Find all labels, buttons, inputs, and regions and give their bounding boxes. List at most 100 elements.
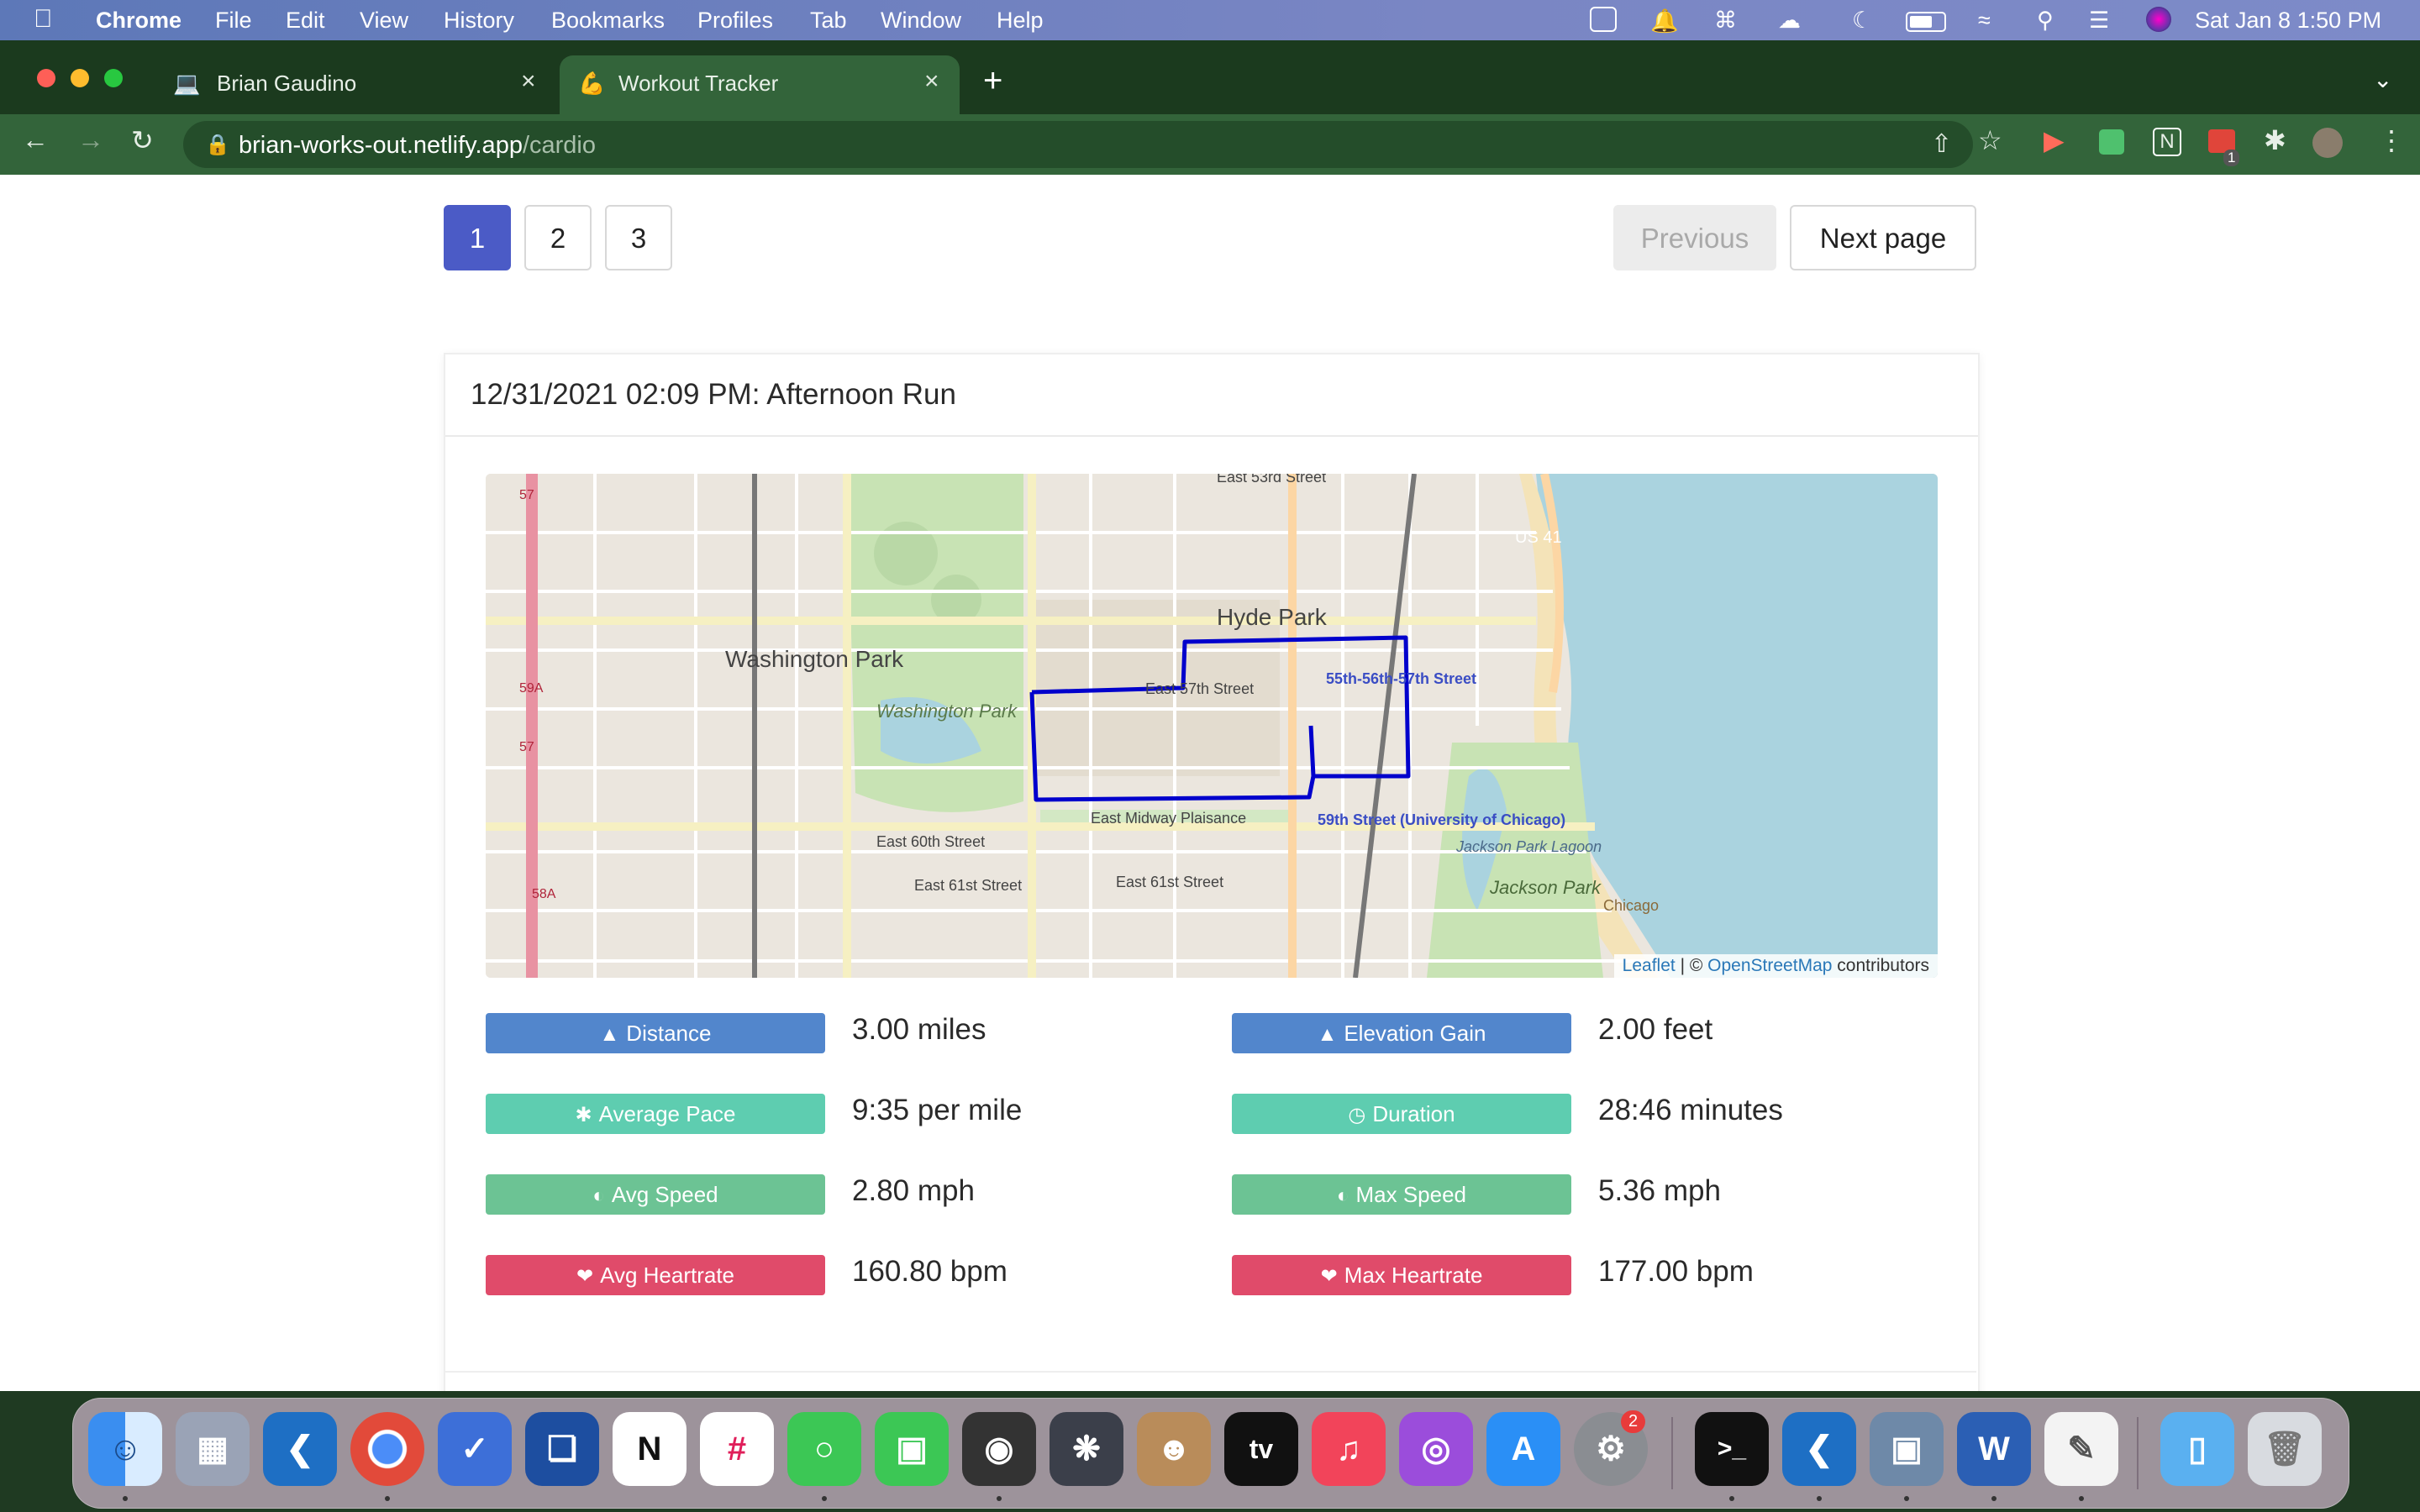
tab-title: Brian Gaudino — [217, 71, 357, 96]
menu-window[interactable]: Window — [881, 8, 961, 34]
menu-view[interactable]: View — [360, 8, 408, 34]
tab-brian-gaudino[interactable]: 💻 Brian Gaudino × — [165, 55, 556, 114]
menu-help[interactable]: Help — [997, 8, 1044, 34]
more-menu-icon[interactable]: ⋮ — [2378, 124, 2405, 156]
menu-edit[interactable]: Edit — [286, 8, 325, 34]
close-tab-icon[interactable]: × — [521, 67, 536, 96]
lock-icon[interactable]: 🔒 — [205, 133, 230, 157]
window-zoom-button[interactable] — [104, 69, 123, 87]
menu-bookmarks[interactable]: Bookmarks — [551, 8, 665, 34]
running-icon: ✱ — [575, 1104, 592, 1126]
new-tab-button[interactable]: + — [983, 62, 1002, 100]
battery-icon[interactable] — [1906, 12, 1946, 32]
share-icon[interactable]: ⇧ — [1931, 129, 1952, 159]
screens-icon[interactable]: ❏ — [525, 1412, 599, 1486]
max-heartrate-badge: ❤ Max Heartrate — [1232, 1255, 1571, 1295]
video-extension-icon[interactable]: ▶ — [2044, 124, 2065, 156]
activity-card-header: 12/31/2021 02:09 PM: Afternoon Run — [445, 354, 1978, 437]
tab-title: Workout Tracker — [618, 71, 779, 96]
page-2-button[interactable]: 2 — [524, 205, 592, 270]
heart-icon: ❤ — [576, 1265, 594, 1288]
menu-tab[interactable]: Tab — [810, 8, 847, 34]
avg-speed-badge: ◐ Avg Speed — [486, 1174, 825, 1215]
drive-icon[interactable] — [1590, 7, 1617, 32]
next-activity-card-edge — [444, 1371, 1976, 1391]
command-icon[interactable]: ⌘ — [1714, 8, 1737, 34]
address-bar[interactable]: 🔒 brian-works-out.netlify.app/cardio ⇧ — [183, 121, 1973, 168]
podcasts-icon[interactable]: ◎ — [1399, 1412, 1473, 1486]
map-tiles[interactable]: Hyde Park Washington Park Washington Par… — [486, 474, 1938, 978]
vscode-icon[interactable]: ❮ — [263, 1412, 337, 1486]
map-label-hyde-park: Hyde Park — [1217, 604, 1328, 630]
launchpad-icon[interactable]: ▦ — [176, 1412, 250, 1486]
davinci-resolve-icon[interactable]: ❋ — [1050, 1412, 1123, 1486]
openstreetmap-link[interactable]: OpenStreetMap — [1707, 956, 1832, 975]
laptop-icon: 💻 — [173, 71, 201, 96]
textedit-icon[interactable]: ✎ — [2044, 1412, 2118, 1486]
web-page: 1 2 3 Previous Next page 12/31/2021 02:0… — [0, 175, 2420, 1391]
menu-datetime[interactable]: Sat Jan 8 1:50 PM — [2195, 8, 2381, 34]
siri-icon[interactable] — [2146, 7, 2171, 32]
average-pace-value: 9:35 per mile — [852, 1094, 1023, 1126]
slack-icon[interactable]: # — [700, 1412, 774, 1486]
things-icon[interactable]: ✓ — [438, 1412, 512, 1486]
notion-icon[interactable]: N — [613, 1412, 687, 1486]
page-1-button[interactable]: 1 — [444, 205, 511, 270]
url-text[interactable]: brian-works-out.netlify.app/cardio — [239, 132, 596, 160]
trash-icon[interactable]: 🗑 — [2248, 1412, 2322, 1486]
tab-workout-tracker[interactable]: 💪 Workout Tracker × — [560, 55, 960, 114]
map-label-e61b: East 61st Street — [1116, 874, 1223, 890]
menu-profiles[interactable]: Profiles — [697, 8, 773, 34]
aperture-icon[interactable]: ◉ — [962, 1412, 1036, 1486]
previous-page-button[interactable]: Previous — [1613, 205, 1776, 270]
forward-icon[interactable]: → — [77, 124, 104, 155]
menu-file[interactable]: File — [215, 8, 252, 34]
calendar-extension-icon[interactable] — [2099, 129, 2124, 155]
profile-avatar[interactable] — [2312, 128, 2343, 158]
dock-divider-2 — [2137, 1417, 2139, 1489]
route-map[interactable]: Hyde Park Washington Park Washington Par… — [486, 474, 1938, 978]
running-indicator — [1817, 1496, 1822, 1501]
finder-icon[interactable]: ☺ — [88, 1412, 162, 1486]
moon-icon[interactable]: ☾ — [1852, 8, 1872, 34]
reload-icon[interactable]: ↻ — [131, 124, 154, 156]
menu-app-name[interactable]: Chrome — [96, 8, 182, 34]
close-tab-icon[interactable]: × — [924, 67, 939, 96]
heart-icon: ❤ — [1320, 1265, 1338, 1288]
app-store-icon[interactable]: A — [1486, 1412, 1560, 1486]
notion-extension-icon[interactable]: N — [2153, 128, 2181, 156]
cloud-icon[interactable]: ☁ — [1778, 8, 1801, 34]
vscode-icon-2[interactable]: ❮ — [1782, 1412, 1856, 1486]
downloads-folder-icon[interactable]: ▯ — [2160, 1412, 2234, 1486]
messages-icon[interactable]: ○ — [787, 1412, 861, 1486]
page-3-button[interactable]: 3 — [605, 205, 672, 270]
facetime-icon[interactable]: ▣ — [875, 1412, 949, 1486]
music-icon[interactable]: ♫ — [1312, 1412, 1386, 1486]
back-icon[interactable]: ← — [22, 124, 49, 155]
window-minimize-button[interactable] — [71, 69, 89, 87]
apple-tv-icon[interactable]: tv — [1224, 1412, 1298, 1486]
control-center-icon[interactable]: ☰ — [2089, 8, 2109, 34]
notification-icon[interactable]: 🔔 — [1650, 8, 1679, 34]
map-label-e57: East 57th Street — [1145, 680, 1254, 697]
map-label-station-55-57: 55th-56th-57th Street — [1326, 670, 1476, 687]
wifi-icon[interactable]: ≈ — [1978, 8, 1991, 34]
terminal-icon[interactable]: >_ — [1695, 1412, 1769, 1486]
window-close-button[interactable] — [37, 69, 55, 87]
duration-badge: ◷ Duration — [1232, 1094, 1571, 1134]
puzzle-extensions-icon[interactable]: ✱ — [2264, 124, 2286, 156]
avg-heartrate-badge: ❤ Avg Heartrate — [486, 1255, 825, 1295]
leaflet-link[interactable]: Leaflet — [1623, 956, 1676, 975]
word-icon[interactable]: W — [1957, 1412, 2031, 1486]
contacts-icon[interactable]: ☻ — [1137, 1412, 1211, 1486]
menu-history[interactable]: History — [444, 8, 514, 34]
spotlight-icon[interactable]: ⚲ — [2037, 8, 2054, 34]
avg-heartrate-value: 160.80 bpm — [852, 1255, 1007, 1288]
next-page-button[interactable]: Next page — [1790, 205, 1976, 270]
chrome-icon[interactable] — [350, 1412, 424, 1486]
preview-icon[interactable]: ▣ — [1870, 1412, 1944, 1486]
tab-search-chevron-icon[interactable]: ⌄ — [2373, 66, 2392, 93]
distance-value: 3.00 miles — [852, 1013, 986, 1046]
bookmark-star-icon[interactable]: ☆ — [1978, 124, 2002, 156]
apple-icon[interactable]:  — [34, 5, 53, 34]
